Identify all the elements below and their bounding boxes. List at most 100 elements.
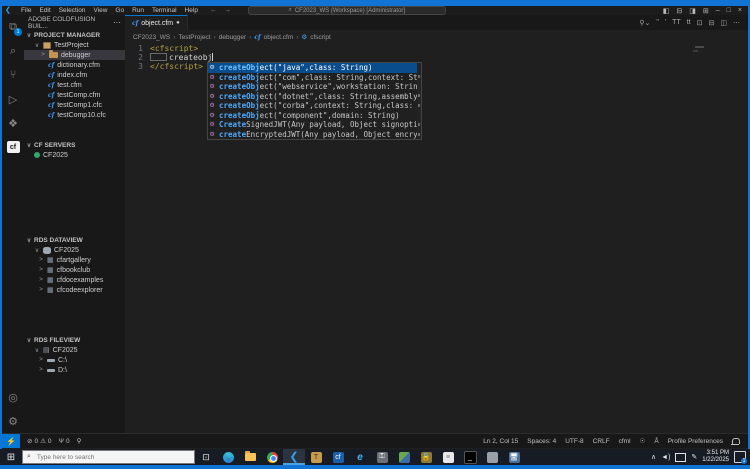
menu-selection[interactable]: Selection bbox=[55, 7, 90, 14]
tree-item-database[interactable]: > ▦ cfbookclub bbox=[24, 265, 125, 275]
profile-preferences[interactable]: Profile Preferences bbox=[668, 438, 723, 445]
suggest-item[interactable]: ⚙ createObj ect("java",class: String) bbox=[208, 63, 421, 73]
toggle-secondary-sidebar-icon[interactable]: ◨ bbox=[689, 7, 696, 15]
code-area[interactable]: 1 <cfscript> 2 createobj 3 </cfscript> ⚙… bbox=[125, 44, 748, 433]
source-control-icon[interactable]: ⑂ bbox=[2, 63, 24, 87]
taskbar-search[interactable]: ⌕ bbox=[22, 450, 195, 464]
notepad-icon[interactable]: ≡ bbox=[437, 449, 459, 465]
photo-viewer-icon[interactable] bbox=[393, 449, 415, 465]
section-rds-dataview[interactable]: ∨ RDS DATAVIEW bbox=[24, 235, 125, 245]
run-tool-icon[interactable]: ⚲⌄ bbox=[639, 19, 650, 27]
section-cf-servers[interactable]: ∨ CF SERVERS bbox=[24, 140, 125, 150]
volume-icon[interactable]: ◄) bbox=[661, 454, 670, 461]
explorer-icon[interactable]: ⧉ 1 bbox=[2, 15, 24, 39]
minimize-icon[interactable]: – bbox=[716, 7, 720, 14]
code-line-1[interactable]: 1 <cfscript> bbox=[125, 44, 748, 53]
circle-icon[interactable]: ☉ bbox=[640, 437, 646, 445]
cursor-position[interactable]: Ln 2, Col 15 bbox=[483, 438, 518, 445]
more-actions-icon[interactable]: ⋯ bbox=[733, 19, 740, 27]
notifications-bell-icon[interactable] bbox=[731, 438, 740, 445]
vscode-taskbar-icon[interactable]: ❮ bbox=[283, 449, 305, 465]
network-icon[interactable] bbox=[675, 452, 687, 462]
remote-indicator[interactable]: ⚡ bbox=[2, 434, 20, 448]
uppercase-icon[interactable]: TT bbox=[672, 19, 681, 26]
menu-edit[interactable]: Edit bbox=[35, 7, 54, 14]
double-quote-icon[interactable]: " bbox=[656, 19, 659, 26]
edge-icon[interactable] bbox=[217, 449, 239, 465]
customize-layout-icon[interactable]: ⊞ bbox=[703, 7, 709, 15]
section-project-manager[interactable]: ∨ PROJECT MANAGER bbox=[24, 30, 125, 40]
toggle-panel-icon[interactable]: ⊟ bbox=[676, 7, 682, 15]
tree-item-file[interactable]: cf dictionary.cfm bbox=[24, 60, 125, 70]
tree-item-drive[interactable]: > C:\ bbox=[24, 355, 125, 365]
breadcrumb-folder[interactable]: debugger bbox=[219, 34, 246, 41]
tree-item-project[interactable]: ∨ TestProject bbox=[24, 40, 125, 50]
pen-icon[interactable]: ✎ bbox=[691, 453, 697, 461]
tree-item-database[interactable]: > ▦ cfartgallery bbox=[24, 255, 125, 265]
coldfusion-extension-icon[interactable]: cf bbox=[2, 135, 24, 159]
menu-go[interactable]: Go bbox=[111, 7, 128, 14]
security-lock-icon[interactable]: 🔒 bbox=[415, 449, 437, 465]
suggest-item[interactable]: ⚙ createObj ect("component",domain: String… bbox=[208, 111, 421, 121]
ports-indicator[interactable]: Ψ 0 bbox=[59, 438, 70, 445]
extensions-icon[interactable]: ❖ bbox=[2, 111, 24, 135]
tree-item-file[interactable]: cf testComp10.cfc bbox=[24, 110, 125, 120]
suggest-scrollbar[interactable] bbox=[417, 63, 421, 139]
breadcrumb-workspace[interactable]: CF2023_WS bbox=[133, 34, 170, 41]
encoding[interactable]: UTF-8 bbox=[565, 438, 583, 445]
close-icon[interactable]: × bbox=[738, 7, 742, 14]
menu-help[interactable]: Help bbox=[181, 7, 202, 14]
tray-expand-icon[interactable]: ∧ bbox=[651, 453, 656, 461]
suggest-item[interactable]: ⚙ Create SignedJWT(Any payload, Object sig… bbox=[208, 120, 421, 130]
suggest-item[interactable]: ⚙ createObj ect("corba",context: String,cl… bbox=[208, 101, 421, 111]
network-computer-icon[interactable]: 🖥 bbox=[503, 449, 525, 465]
breadcrumb-file[interactable]: object.cfm bbox=[264, 34, 294, 41]
suggest-item[interactable]: ⚙ createObj ect("com",class: String,contex… bbox=[208, 73, 421, 83]
tree-item-cf-server[interactable]: CF2025 bbox=[24, 150, 125, 160]
admin-keys-icon[interactable]: ⚿ bbox=[371, 449, 393, 465]
toggle-sidebar-icon[interactable]: ◧ bbox=[663, 7, 670, 15]
window-app-icon[interactable] bbox=[481, 449, 503, 465]
tomcat-icon[interactable]: T bbox=[305, 449, 327, 465]
breadcrumb-symbol[interactable]: cfscript bbox=[310, 34, 331, 41]
modified-dot-icon[interactable]: ● bbox=[176, 20, 180, 26]
menu-run[interactable]: Run bbox=[128, 7, 148, 14]
indentation[interactable]: Spaces: 4 bbox=[527, 438, 556, 445]
language-mode[interactable]: cfml bbox=[619, 438, 631, 445]
taskbar-clock[interactable]: 3:51 PM 1/22/2025 bbox=[702, 450, 729, 464]
problems-indicator[interactable]: ⊘ 0 ⚠ 0 bbox=[27, 437, 52, 446]
tree-item-rds-server[interactable]: ∨ CF2025 bbox=[24, 245, 125, 255]
nav-back-forward-icons[interactable]: ← → bbox=[210, 7, 234, 14]
minimap[interactable] bbox=[695, 46, 704, 48]
tree-item-drive[interactable]: > D:\ bbox=[24, 365, 125, 375]
tree-item-database[interactable]: > ▦ cfdocexamples bbox=[24, 275, 125, 285]
run-debug-icon[interactable]: ▷ bbox=[2, 87, 24, 111]
coldfusion-installer-icon[interactable]: cf bbox=[327, 449, 349, 465]
account-icon[interactable]: ◎ bbox=[2, 385, 24, 409]
maximize-icon[interactable]: □ bbox=[727, 7, 731, 14]
suggest-item[interactable]: ⚙ create EncryptedJWT(Any payload, Object … bbox=[208, 130, 421, 140]
cmd-icon[interactable]: _ bbox=[459, 449, 481, 465]
single-quote-icon[interactable]: ' bbox=[665, 19, 666, 26]
menu-view[interactable]: View bbox=[89, 7, 111, 14]
command-center-search[interactable]: ⌕ CF2023_WS (Workspace) [Administrator] bbox=[247, 6, 446, 15]
tool-indicator[interactable]: ⚲ bbox=[77, 437, 82, 445]
task-view-button[interactable]: ⊡ bbox=[195, 449, 217, 465]
preview-icon[interactable]: ⊡ bbox=[697, 19, 703, 27]
search-input[interactable] bbox=[34, 452, 190, 462]
tree-item-debugger[interactable]: > debugger bbox=[24, 50, 125, 60]
split-editor-icon[interactable]: ◫ bbox=[720, 19, 727, 27]
settings-gear-icon[interactable]: ⚙ bbox=[2, 409, 24, 433]
lowercase-icon[interactable]: tt bbox=[687, 19, 691, 26]
tree-item-file[interactable]: cf index.cfm bbox=[24, 70, 125, 80]
tab-object-cfm[interactable]: cf object.cfm ● bbox=[125, 15, 188, 30]
tree-item-file[interactable]: cf testComp.cfm bbox=[24, 90, 125, 100]
suggest-item[interactable]: ⚙ createObj ect("dotnet",class: String,ass… bbox=[208, 92, 421, 102]
code-line-2[interactable]: 2 createobj bbox=[125, 53, 748, 62]
accessibility-icon[interactable]: Å bbox=[654, 438, 658, 445]
breadcrumb-project[interactable]: TestProject bbox=[178, 34, 210, 41]
start-button[interactable]: ⊞ bbox=[0, 449, 22, 465]
suggest-item[interactable]: ⚙ createObj ect("webservice",workstation: … bbox=[208, 82, 421, 92]
ie-icon[interactable]: e bbox=[349, 449, 371, 465]
menu-terminal[interactable]: Terminal bbox=[148, 7, 181, 14]
